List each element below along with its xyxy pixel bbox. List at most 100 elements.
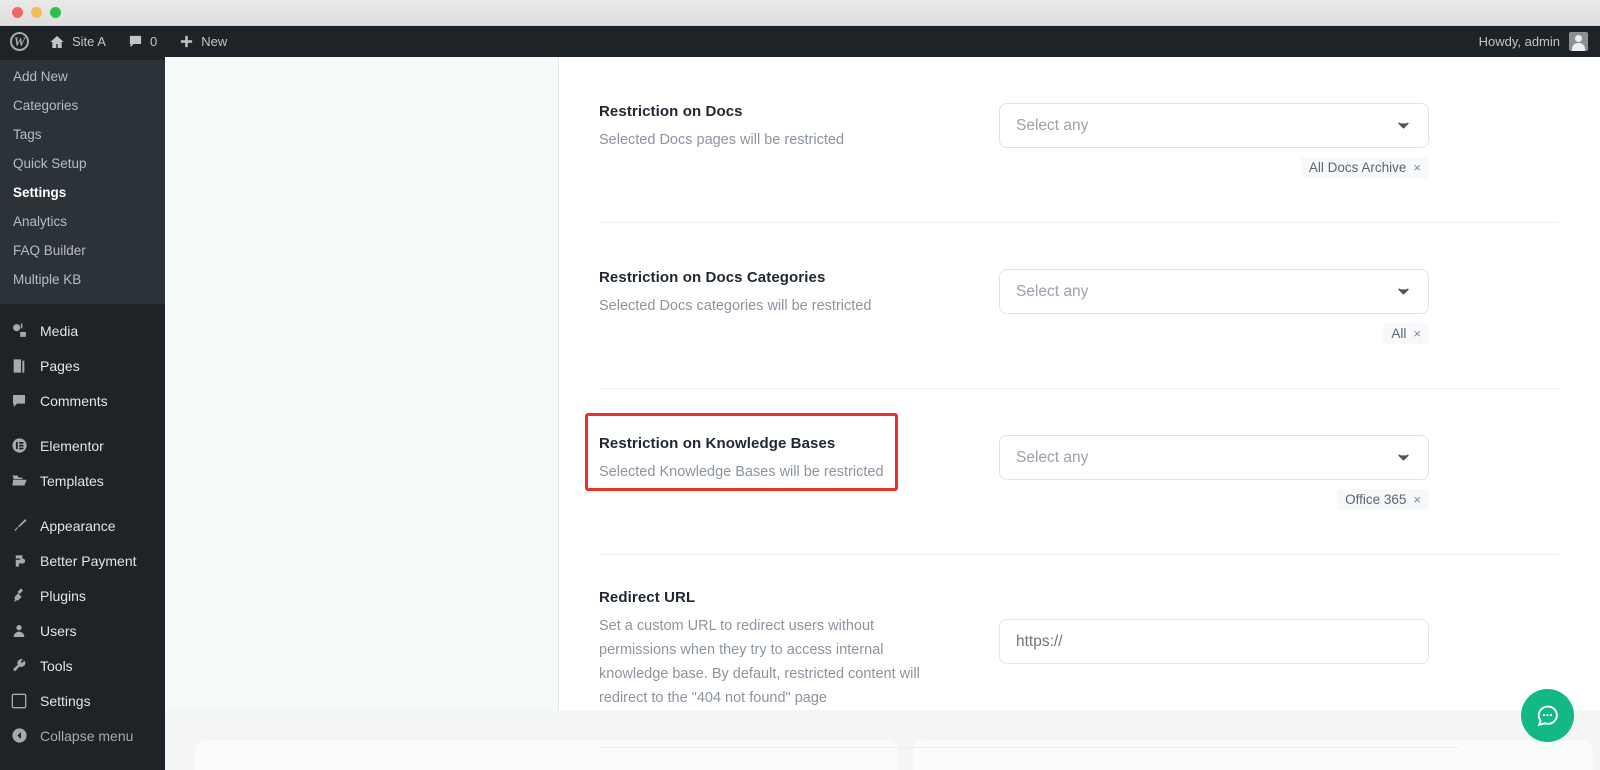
sidebar-item-label: Analytics [13,214,68,229]
sidebar-item-templates[interactable]: Templates [0,463,165,498]
avatar [1569,32,1588,51]
sidebar-item-elementor[interactable]: Elementor [0,428,165,463]
window-close-button[interactable] [12,7,23,18]
sidebar-divider [0,418,165,428]
sidebar-item-categories[interactable]: Categories [0,91,165,120]
sidebar-item-label: Multiple KB [13,272,82,287]
sidebar-item-label: Categories [13,98,79,113]
sidebar-item-pages[interactable]: Pages [0,348,165,383]
row-label-group: Restriction on Docs Selected Docs pages … [599,103,999,178]
sidebar-item-faq-builder[interactable]: FAQ Builder [0,236,165,265]
sidebar-item-appearance[interactable]: Appearance [0,508,165,543]
row-control-group [999,589,1559,711]
comments-count: 0 [149,34,158,49]
row-title: Restriction on Docs [599,103,743,120]
sidebar-item-tags[interactable]: Tags [0,120,165,149]
chevron-down-icon [1395,449,1412,466]
sidebar-item-better-payment[interactable]: Better Payment [0,543,165,578]
sidebar-item-quick-setup[interactable]: Quick Setup [0,149,165,178]
setting-row-restriction-docs-categories: Restriction on Docs Categories Selected … [599,222,1559,388]
sidebar-item-label: Tools [40,657,73,674]
window-maximize-button[interactable] [50,7,61,18]
sidebar-item-settings-active[interactable]: Settings [0,178,165,207]
users-icon [9,621,29,641]
setting-row-restriction-knowledge-bases: Restriction on Knowledge Bases Selected … [585,388,1559,554]
sidebar-item-comments[interactable]: Comments [0,383,165,418]
restriction-docs-categories-select[interactable]: Select any [999,269,1429,314]
chevron-down-icon [1395,283,1412,300]
select-placeholder: Select any [1016,282,1089,300]
tag-chip[interactable]: Office 365 × [1337,489,1429,510]
admin-sidebar: Add New Categories Tags Quick Setup Sett… [0,57,165,770]
site-name-button[interactable]: Site A [38,26,117,57]
account-menu[interactable]: Howdy, admin [1479,32,1600,51]
sidebar-group-content: Media Pages Comments [0,304,165,418]
selected-tags: All × [999,323,1429,344]
comments-icon [9,391,29,411]
wordpress-icon: W [10,32,29,51]
sidebar-item-label: Better Payment [40,552,137,569]
sidebar-item-label: Tags [13,127,42,142]
setting-row-restriction-docs: Restriction on Docs Selected Docs pages … [599,57,1559,222]
left-pane [165,57,559,710]
tag-label: All [1391,326,1407,341]
page-body: Restriction on Docs Selected Docs pages … [165,57,1600,770]
restriction-docs-select[interactable]: Select any [999,103,1429,148]
new-content-button[interactable]: New [168,26,238,57]
tag-label: All Docs Archive [1308,160,1407,175]
sidebar-group-system: Appearance Better Payment Plugins Users [0,508,165,753]
selected-tags: All Docs Archive × [999,157,1429,178]
sidebar-item-tools[interactable]: Tools [0,648,165,683]
sidebar-item-label: Appearance [40,517,116,534]
sidebar-item-label: Settings [13,185,67,200]
sidebar-group-builders: Elementor Templates [0,428,165,498]
sidebar-collapse-menu-button[interactable]: Collapse menu [0,718,165,753]
better-payment-icon [9,551,29,571]
site-name-label: Site A [72,34,106,49]
sidebar-item-label: Collapse menu [40,727,134,744]
row-title: Restriction on Docs Categories [599,269,826,286]
chat-bubble-icon [1535,703,1560,728]
home-icon [49,34,65,50]
plus-icon [179,34,194,49]
sidebar-item-label: Settings [40,692,91,709]
restriction-knowledge-bases-select[interactable]: Select any [999,435,1429,480]
sidebar-item-analytics[interactable]: Analytics [0,207,165,236]
templates-folder-icon [9,471,29,491]
pages-icon [9,356,29,376]
sidebar-item-plugins[interactable]: Plugins [0,578,165,613]
row-label-group: Restriction on Knowledge Bases Selected … [585,413,999,510]
sidebar-item-users[interactable]: Users [0,613,165,648]
tools-wrench-icon [9,656,29,676]
row-label-group: Restriction on Docs Categories Selected … [599,269,999,344]
sidebar-item-label: FAQ Builder [13,243,86,258]
sidebar-item-add-new[interactable]: Add New [0,62,165,91]
sidebar-submenu: Add New Categories Tags Quick Setup Sett… [0,60,165,304]
new-label: New [201,34,228,49]
tag-chip[interactable]: All × [1383,323,1429,344]
sidebar-item-label: Pages [40,357,80,374]
select-placeholder: Select any [1016,448,1089,466]
chat-support-button[interactable] [1521,689,1574,742]
sidebar-item-label: Plugins [40,587,86,604]
chevron-down-icon [1395,117,1412,134]
wordpress-logo-button[interactable]: W [0,26,38,57]
comments-bubble-button[interactable]: 0 [117,26,168,57]
row-description: Selected Knowledge Bases will be restric… [599,464,884,480]
window-minimize-button[interactable] [31,7,42,18]
close-icon[interactable]: × [1413,492,1421,507]
close-icon[interactable]: × [1413,326,1421,341]
sidebar-item-settings[interactable]: Settings [0,683,165,718]
tag-chip[interactable]: All Docs Archive × [1300,157,1429,178]
tag-label: Office 365 [1345,492,1407,507]
redirect-url-input[interactable] [999,619,1429,664]
select-placeholder: Select any [1016,116,1089,134]
sidebar-item-multiple-kb[interactable]: Multiple KB [0,265,165,294]
settings-rows: Restriction on Docs Selected Docs pages … [585,57,1559,770]
media-icon [9,321,29,341]
close-icon[interactable]: × [1413,160,1421,175]
row-description: Set a custom URL to redirect users witho… [599,618,920,706]
sidebar-item-media[interactable]: Media [0,313,165,348]
greeting-label: Howdy, admin [1478,34,1560,49]
sidebar-item-label: Add New [13,69,68,84]
